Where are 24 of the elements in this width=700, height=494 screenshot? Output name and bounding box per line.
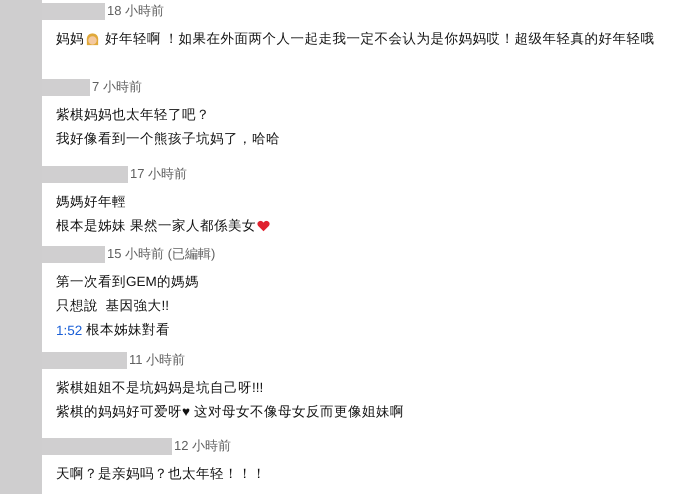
comment-text: 我好像看到一个熊孩子坑妈了，哈哈 <box>56 130 280 148</box>
comment-time: 11 小時前 <box>129 351 186 369</box>
comment-text: 好年轻啊 ！如果在外面两个人一起走我一定不会认为是你妈妈哎！超级年轻真的好年轻哦 <box>104 30 655 48</box>
comment-text: 紫棋的妈妈好可爱呀♥ 这对母女不像母女反而更像姐妹啊 <box>56 403 404 421</box>
comment-text: 妈妈 <box>56 30 84 48</box>
comment-time: 12 小時前 <box>174 437 232 455</box>
comment-text: 根本姊妹對看 <box>85 321 170 339</box>
redacted-name <box>42 78 90 96</box>
comment-time: 15 小時前 (已編輯) <box>107 245 216 263</box>
comment-time: 18 小時前 <box>107 2 164 20</box>
comment-text: 媽媽好年輕 <box>56 193 126 211</box>
emoji-icon <box>85 32 100 46</box>
comment-text: 根本是姊妹 果然一家人都係美女 <box>56 217 256 235</box>
redacted-name <box>42 246 105 262</box>
heart-icon <box>256 220 270 232</box>
comment-text: 紫棋妈妈也太年轻了吧？ <box>56 106 210 124</box>
redacted-name <box>42 2 105 20</box>
comment-time: 7 小時前 <box>92 78 142 96</box>
comment-text: 紫棋姐姐不是坑妈妈是坑自己呀!!! <box>56 379 264 397</box>
comment-text: 第一次看到GEM的媽媽 <box>56 273 199 291</box>
comment-time: 17 小時前 <box>130 165 188 183</box>
timestamp-link[interactable]: 1:52 <box>56 322 82 338</box>
comment-text: 只想說 基因強大!! <box>56 297 170 315</box>
comment-text: 天啊？是亲妈吗？也太年轻！！！ <box>56 465 266 483</box>
